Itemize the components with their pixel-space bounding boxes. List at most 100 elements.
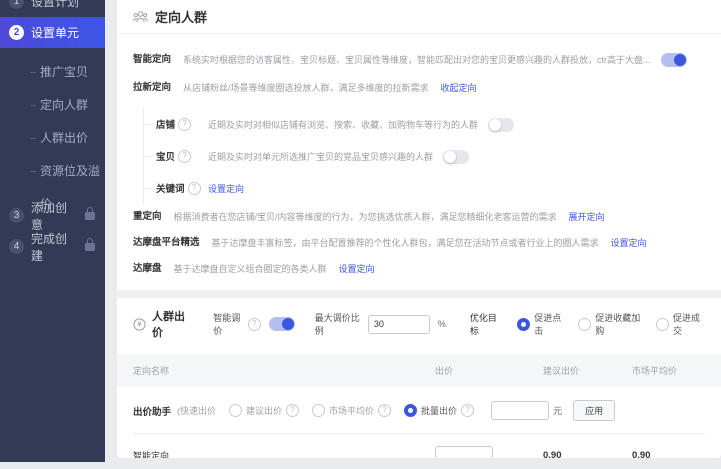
keyword-targeting-row: 关键词 设置定向	[144, 172, 705, 204]
item-targeting-row: 宝贝 近期及实时对单元所选推广宝贝的竞品宝贝感兴趣的人群	[144, 140, 705, 172]
help-icon[interactable]	[461, 404, 474, 417]
market-avg-value: 0.90	[632, 450, 705, 459]
help-icon[interactable]	[178, 118, 191, 131]
bidding-title: 人群出价	[152, 308, 193, 340]
retargeting-row: 重定向 根据消费者在您店铺/宝贝/内容等维度的行为，为您挑选优质人群，满足您精细…	[133, 204, 705, 230]
max-ratio-input[interactable]	[368, 315, 430, 334]
dmp-platform-row: 达摩盘平台精选 基于达摩盘丰富标签，由平台配置推荐的个性化人群包，满足您在活动节…	[133, 230, 705, 256]
step-label: 完成创建	[31, 230, 78, 264]
lock-icon	[85, 212, 95, 220]
smart-adjust-label: 智能调价	[213, 311, 244, 337]
step-number: 3	[9, 208, 24, 223]
step-label: 添加创意	[31, 199, 78, 233]
dmp-set-link[interactable]: 设置定向	[339, 261, 375, 277]
keyword-label: 关键词	[156, 181, 185, 195]
step-label: 设置计划	[31, 0, 79, 10]
dmp-row: 达摩盘 基于达摩盘自定义组合圈定的各类人群 设置定向	[133, 256, 705, 282]
unit-sub-nav: 推广宝贝 定向人群 人群出价 资源位及溢价	[0, 48, 105, 200]
assistant-option-suggested[interactable]: 建议出价	[229, 404, 299, 417]
collapse-targeting-link[interactable]: 收起定向	[441, 80, 477, 96]
bid-assistant-row: 出价助手 (快速出价 建议出价 市场平均价 批量出价 元 应用	[133, 387, 705, 434]
new-customer-desc: 从店铺粉丝/场景等维度圈选投放人群，满足多维度的拉新需求	[183, 80, 429, 96]
shop-desc: 近期及实时对相似店铺有浏览、搜索、收藏、加购物车等行为的人群	[208, 118, 478, 131]
batch-bid-unit: 元	[553, 404, 562, 417]
step-number: 1	[9, 0, 24, 9]
goal-option-favorite-cart[interactable]: 促进收藏加购	[578, 311, 644, 337]
item-targeting-toggle[interactable]	[443, 150, 469, 164]
smart-targeting-toggle[interactable]	[661, 53, 687, 67]
bid-table-row-smart: 智能定向 0.90 0.90	[133, 434, 705, 458]
item-label: 宝贝	[156, 149, 175, 163]
help-icon[interactable]	[378, 404, 391, 417]
help-icon[interactable]	[188, 182, 201, 195]
help-icon[interactable]	[286, 404, 299, 417]
steps-sidebar: 1 设置计划 2 设置单元 推广宝贝 定向人群 人群出价 资源位及溢价 3 添加…	[0, 0, 105, 462]
apply-button[interactable]: 应用	[573, 400, 615, 421]
step-number: 4	[9, 239, 24, 254]
batch-bid-input[interactable]	[491, 401, 549, 420]
bidding-header-row: ¥ 人群出价 智能调价 最大调价比例 % 优化目标 促进点击	[133, 298, 705, 346]
dmp-desc: 基于达摩盘自定义组合圈定的各类人群	[174, 261, 327, 277]
new-customer-label: 拉新定向	[133, 80, 171, 96]
sidebar-item-placement-premium[interactable]: 资源位及溢价	[0, 155, 105, 188]
radio-icon[interactable]	[517, 318, 530, 331]
smart-targeting-row: 智能定向 系统实时根据您的访客属性、宝贝标题、宝贝属性等维度，智能匹配出对您的宝…	[133, 46, 705, 74]
main-panel: 定向人群 智能定向 系统实时根据您的访客属性、宝贝标题、宝贝属性等维度，智能匹配…	[117, 0, 721, 458]
smart-bid-input[interactable]	[435, 446, 493, 459]
col-header-bid: 出价	[435, 364, 543, 377]
dmp-platform-label: 达摩盘平台精选	[133, 235, 200, 251]
new-customer-children: 店铺 近期及实时对相似店铺有浏览、搜索、收藏、加购物车等行为的人群 宝贝 近期及…	[143, 108, 705, 204]
coin-icon: ¥	[133, 318, 146, 331]
crowd-icon	[133, 10, 148, 23]
sidebar-step-finish[interactable]: 4 完成创建	[0, 231, 105, 262]
bid-table-header: 定向名称 出价 建议出价 市场平均价	[117, 354, 721, 387]
goal-radio-group: 优化目标 促进点击 促进收藏加购 促进成交	[470, 311, 705, 337]
section-divider	[117, 290, 721, 298]
bid-assistant-prefix: (快速出价	[177, 404, 216, 417]
lock-icon	[85, 243, 95, 251]
radio-icon[interactable]	[229, 404, 242, 417]
max-ratio-unit: %	[438, 319, 446, 329]
sidebar-step-unit[interactable]: 2 设置单元	[0, 17, 105, 48]
new-customer-targeting-row: 拉新定向 从店铺粉丝/场景等维度圈选投放人群，满足多维度的拉新需求 收起定向	[133, 74, 705, 102]
smart-adjust-toggle[interactable]	[269, 317, 295, 331]
retargeting-desc: 根据消费者在您店铺/宝贝/内容等维度的行为，为您挑选优质人群，满足您精细化老客运…	[174, 209, 557, 225]
sidebar-item-audience-bid[interactable]: 人群出价	[0, 122, 105, 155]
sidebar-step-plan[interactable]: 1 设置计划	[0, 0, 105, 17]
goal-option-conversion[interactable]: 促进成交	[656, 311, 705, 337]
help-icon[interactable]	[248, 318, 261, 331]
svg-text:¥: ¥	[137, 320, 142, 329]
max-ratio-label: 最大调价比例	[315, 311, 360, 337]
bid-assistant-label: 出价助手	[133, 404, 171, 418]
assistant-option-market[interactable]: 市场平均价	[312, 404, 391, 417]
page-title: 定向人群	[155, 7, 207, 26]
retargeting-label: 重定向	[133, 209, 162, 225]
smart-targeting-desc: 系统实时根据您的访客属性、宝贝标题、宝贝属性等维度，智能匹配出对您的宝贝更感兴趣…	[183, 52, 651, 68]
targeting-section: 智能定向 系统实时根据您的访客属性、宝贝标题、宝贝属性等维度，智能匹配出对您的宝…	[117, 34, 721, 290]
shop-targeting-toggle[interactable]	[488, 118, 514, 132]
suggested-bid-value: 0.90	[543, 450, 632, 459]
col-header-suggested: 建议出价	[543, 364, 632, 377]
radio-icon[interactable]	[656, 318, 669, 331]
sidebar-item-targeting[interactable]: 定向人群	[0, 89, 105, 122]
radio-icon[interactable]	[312, 404, 325, 417]
sidebar-step-creative[interactable]: 3 添加创意	[0, 200, 105, 231]
targeting-header: 定向人群	[117, 0, 721, 34]
expand-targeting-link[interactable]: 展开定向	[569, 209, 605, 225]
dmp-label: 达摩盘	[133, 261, 162, 277]
step-number: 2	[9, 25, 24, 40]
dmp-platform-set-link[interactable]: 设置定向	[611, 235, 647, 251]
assistant-option-batch[interactable]: 批量出价	[404, 404, 474, 417]
radio-icon[interactable]	[578, 318, 591, 331]
help-icon[interactable]	[178, 150, 191, 163]
goal-option-click[interactable]: 促进点击	[517, 311, 566, 337]
dmp-platform-desc: 基于达摩盘丰富标签，由平台配置推荐的个性化人群包，满足您在活动节点或者行业上的圈…	[212, 235, 599, 251]
keyword-set-targeting-link[interactable]: 设置定向	[208, 182, 244, 195]
radio-icon[interactable]	[404, 404, 417, 417]
step-label: 设置单元	[31, 24, 79, 41]
sidebar-item-promote-item[interactable]: 推广宝贝	[0, 56, 105, 89]
row-name: 智能定向	[133, 449, 435, 459]
shop-targeting-row: 店铺 近期及实时对相似店铺有浏览、搜索、收藏、加购物车等行为的人群	[144, 108, 705, 140]
smart-targeting-label: 智能定向	[133, 52, 171, 68]
bidding-section: ¥ 人群出价 智能调价 最大调价比例 % 优化目标 促进点击	[117, 298, 721, 458]
